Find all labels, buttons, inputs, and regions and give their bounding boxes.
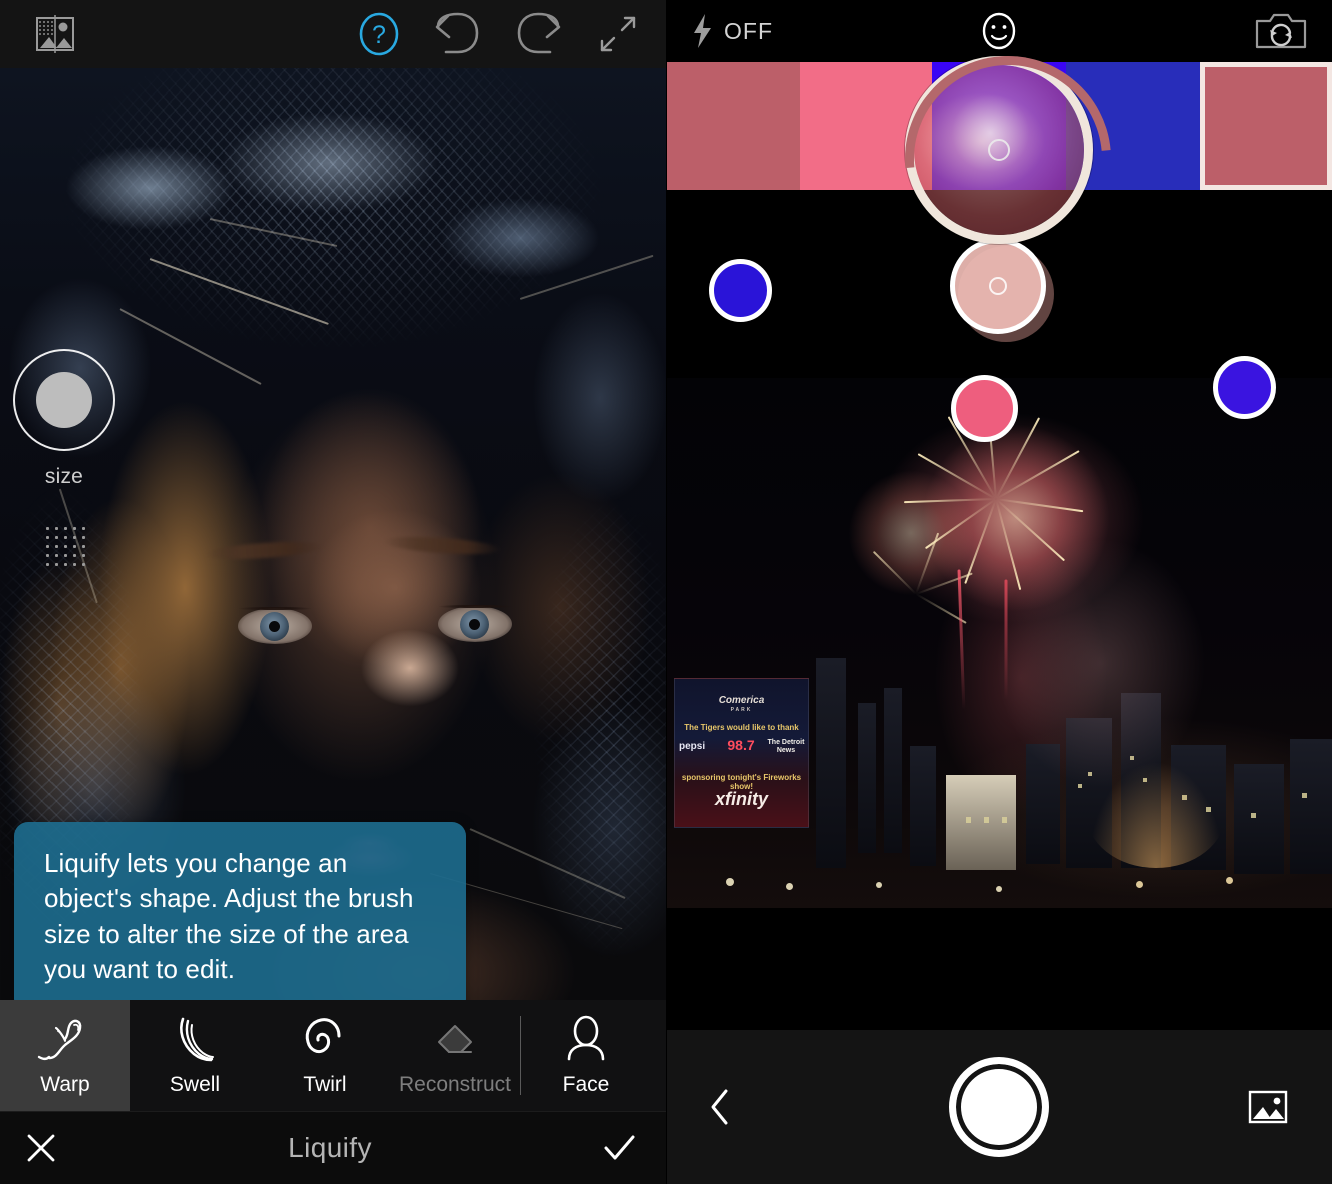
tool-label: Reconstruct [398,1073,512,1096]
billboard-park-sub: PARK [730,707,753,713]
liquify-tooltip[interactable]: Liquify lets you change an object's shap… [14,822,466,1035]
close-x-icon[interactable] [18,1125,64,1171]
checkmark-icon[interactable] [596,1125,642,1171]
brush-size-ring[interactable] [13,349,115,451]
brush-circle-pink-small[interactable] [951,375,1018,442]
smiley-face-icon[interactable] [978,9,1020,53]
shutter-button[interactable] [949,1057,1049,1157]
flash-bolt-icon [694,14,711,48]
billboard-brand-pepsi: pepsi [679,741,706,752]
dual-screenshot-container: ? size Liquify lets you change an object… [0,0,1332,1184]
left-toolbar-actions: ? [358,11,640,57]
brush-circle-blue-left[interactable] [709,259,772,322]
building [1234,764,1284,874]
camera-top-toolbar: OFF [666,0,1332,62]
billboard-thanks-line: The Tigers would like to thank [684,723,799,732]
billboard-xfinity: xfinity [714,789,768,809]
fountain-glow [1086,758,1226,868]
window-light [984,817,989,823]
eyelash [438,605,512,608]
image-gallery-icon[interactable] [32,14,78,54]
dot-grid-icon[interactable] [43,524,87,568]
street-light [726,878,734,886]
building [884,688,902,853]
left-panel-photoshop-fix: ? size Liquify lets you change an object… [0,0,666,1184]
pupil [469,619,480,630]
loupe-magnifier[interactable] [905,56,1093,244]
stadium-billboard: Comerica PARK The Tigers would like to t… [674,678,809,828]
street-light [1226,877,1233,884]
fullscreen-expand-icon[interactable] [596,12,640,56]
building [816,658,846,868]
face-portrait-icon [567,1015,605,1061]
street-light [1136,881,1143,888]
tool-twirl[interactable]: Twirl [260,1000,390,1111]
brush-center-dot [989,277,1007,295]
tool-swell[interactable]: Swell [130,1000,260,1111]
swell-wave-icon [180,1017,214,1062]
smoke-plume [996,538,1206,788]
brush-circle-pink-large[interactable] [950,238,1046,334]
tool-face[interactable]: Face [521,1000,651,1111]
undo-arrow-icon[interactable] [432,11,482,57]
hood-weave-texture-right [500,398,666,998]
eye-left [238,607,312,644]
help-question-icon[interactable]: ? [358,11,400,57]
camera-flip-icon[interactable] [1254,9,1308,53]
image-gallery-icon[interactable] [1248,1089,1288,1125]
swatch-5-selected[interactable] [1200,62,1332,190]
firework-trail [1004,579,1008,700]
swatch-1[interactable] [666,62,800,190]
flash-toggle[interactable]: OFF [690,12,773,50]
tool-label: Face [562,1073,610,1096]
building [858,703,876,853]
panel-divider [666,0,667,1184]
brush-size-indicator [36,372,92,428]
left-bottom-bar: Liquify [0,1111,666,1184]
billboard-brand-news: The Detroit News [767,739,805,755]
left-top-toolbar: ? [0,0,666,68]
flash-state-label: OFF [724,17,773,44]
tool-label: Swell [169,1073,221,1096]
pupil [269,621,280,632]
billboard-park-name: Comerica [718,695,765,706]
street-light [876,882,882,888]
loupe-center-target [988,139,1010,161]
tool-warp[interactable]: Warp [0,1000,130,1111]
page-title: Liquify [288,1132,372,1163]
eyelash [238,607,312,610]
brush-size-control[interactable]: size [13,349,115,489]
redo-arrow-icon[interactable] [514,11,564,57]
twirl-spiral-icon [305,1018,341,1054]
building [910,746,936,866]
window-light [1002,817,1007,823]
building [1290,739,1332,874]
window-light [1302,793,1307,798]
billboard-brand-radio: 98.7 [727,737,755,753]
tool-reconstruct[interactable]: Reconstruct [390,1000,520,1111]
window-light [1251,813,1256,818]
liquify-tooltip-text: Liquify lets you change an object's shap… [44,848,414,985]
street-light [786,883,793,890]
liquify-tool-bar: Warp Swell Twirl Reconstruct Face [0,1000,666,1111]
tool-label: Twirl [303,1073,347,1096]
chevron-left-icon[interactable] [706,1085,734,1129]
brush-size-label: size [44,465,84,488]
tool-label: Warp [40,1073,90,1096]
camera-bottom-bar [666,1030,1332,1184]
eraser-icon [438,1025,472,1053]
warp-hand-icon [37,1019,82,1061]
camera-viewfinder[interactable]: Comerica PARK The Tigers would like to t… [666,378,1332,908]
right-panel-camera: OFF Comerica PARK The Tigers would like … [666,0,1332,1184]
eye-right [438,605,512,642]
street-light [996,886,1002,892]
brush-circle-blue-right[interactable] [1213,356,1276,419]
svg-text:?: ? [372,21,386,49]
window-light [966,817,971,823]
